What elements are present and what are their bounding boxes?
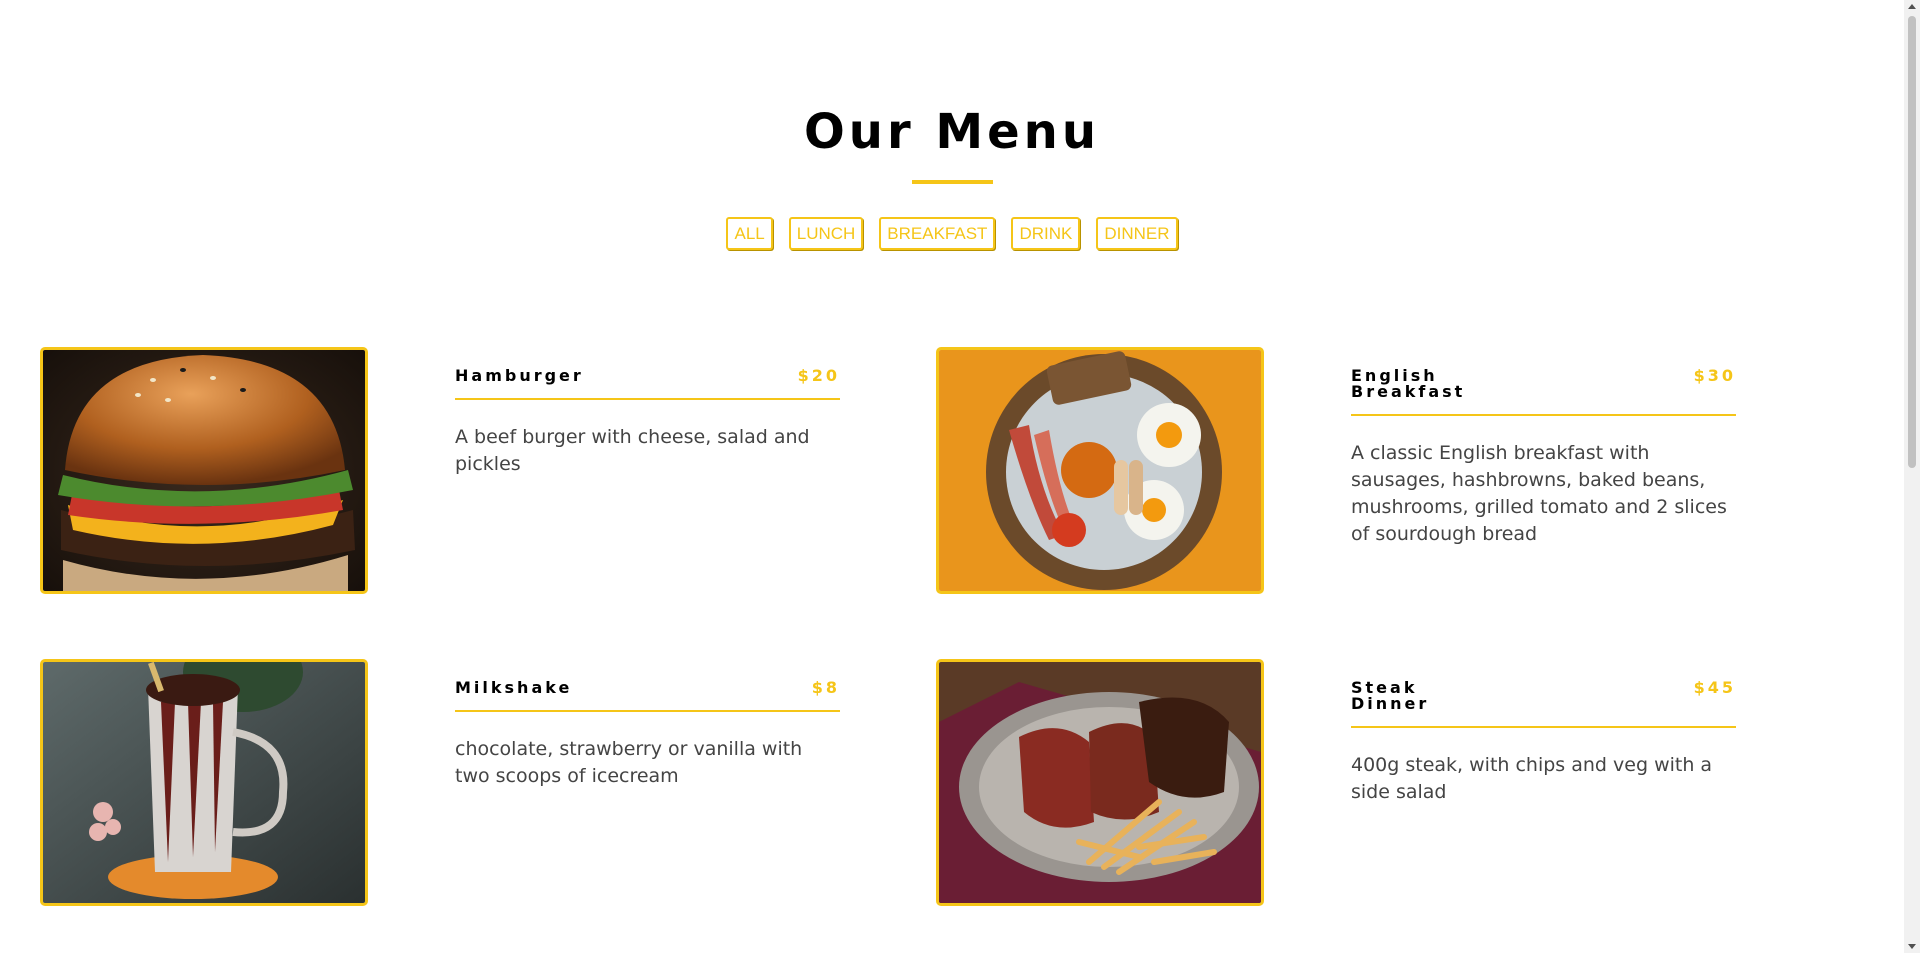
title-underline — [912, 180, 993, 184]
item-header: Hamburger $20 — [455, 368, 840, 400]
menu-item: Milkshake $8 chocolate, strawberry or va… — [40, 659, 920, 906]
filter-bar: ALL LUNCH BREAKFAST DRINK DINNER — [0, 217, 1904, 250]
item-description: A beef burger with cheese, salad and pic… — [455, 426, 810, 475]
filter-breakfast-button[interactable]: BREAKFAST — [879, 217, 996, 250]
item-info: English Breakfast $30 A classic English … — [1351, 368, 1736, 548]
scroll-up-icon[interactable] — [1908, 4, 1916, 9]
item-price: $45 — [1693, 678, 1736, 697]
item-info: Hamburger $20 A beef burger with cheese,… — [455, 368, 840, 478]
milkshake-photo — [40, 659, 368, 906]
menu-item: Steak Dinner $45 400g steak, with chips … — [936, 659, 1816, 906]
item-info: Milkshake $8 chocolate, strawberry or va… — [455, 680, 840, 790]
item-description: 400g steak, with chips and veg with a si… — [1351, 754, 1713, 803]
filter-drink-button[interactable]: DRINK — [1011, 217, 1081, 250]
menu-item: Hamburger $20 A beef burger with cheese,… — [40, 347, 920, 594]
breakfast-photo — [936, 347, 1264, 594]
page-title: Our Menu — [803, 104, 1101, 160]
item-info: Steak Dinner $45 400g steak, with chips … — [1351, 680, 1736, 806]
item-description: chocolate, strawberry or vanilla with tw… — [455, 738, 803, 787]
item-name: English Breakfast — [1351, 366, 1466, 401]
item-name: Milkshake — [455, 678, 573, 697]
item-price: $30 — [1693, 366, 1736, 385]
item-price: $8 — [811, 678, 840, 697]
filter-all-button[interactable]: ALL — [726, 217, 773, 250]
item-header: Steak Dinner $45 — [1351, 680, 1736, 728]
item-name: Steak Dinner — [1351, 678, 1430, 713]
menu-item: English Breakfast $30 A classic English … — [936, 347, 1816, 594]
scroll-thumb[interactable] — [1908, 16, 1916, 468]
item-name: Hamburger — [455, 366, 584, 385]
vertical-scrollbar[interactable] — [1904, 0, 1920, 953]
item-price: $20 — [797, 366, 840, 385]
filter-lunch-button[interactable]: LUNCH — [788, 217, 864, 250]
item-header: Milkshake $8 — [455, 680, 840, 712]
item-description: A classic English breakfast with sausage… — [1351, 442, 1727, 545]
hamburger-photo — [40, 347, 368, 594]
scroll-down-icon[interactable] — [1908, 944, 1916, 949]
item-header: English Breakfast $30 — [1351, 368, 1736, 416]
filter-dinner-button[interactable]: DINNER — [1096, 217, 1178, 250]
steak-photo — [936, 659, 1264, 906]
menu-page: Our Menu ALL LUNCH BREAKFAST DRINK DINNE… — [0, 0, 1920, 953]
